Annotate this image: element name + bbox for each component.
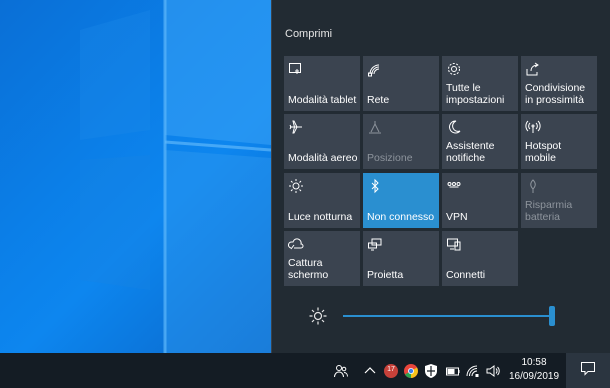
project-icon: [367, 236, 383, 252]
clock-date: 16/09/2019: [508, 371, 560, 382]
tile-nearby-share[interactable]: Condivisione in prossimità: [521, 56, 597, 111]
app-badge-icon[interactable]: 17: [382, 353, 400, 388]
moon-icon: [446, 119, 462, 135]
vpn-icon: [446, 178, 462, 194]
brightness-slider[interactable]: [308, 303, 598, 329]
bluetooth-icon: [367, 178, 383, 194]
brightness-icon: [308, 306, 328, 326]
tablet-mode-icon: [288, 61, 304, 77]
network-icon: [367, 61, 383, 77]
hotspot-icon: [525, 119, 541, 135]
tile-label: Non connesso: [367, 210, 435, 223]
action-center: Comprimi Modalità tablet Rete Tutte le i…: [271, 0, 610, 353]
tile-label: Hotspot mobile: [525, 140, 562, 164]
battery-icon[interactable]: [444, 353, 462, 388]
tile-night-light[interactable]: Luce notturna: [284, 173, 360, 228]
tile-label: Rete: [367, 93, 390, 106]
notification-center-button[interactable]: [566, 353, 610, 388]
tile-tablet-mode[interactable]: Modalità tablet: [284, 56, 360, 111]
chrome-icon[interactable]: [402, 353, 420, 388]
connect-icon: [446, 236, 462, 252]
tile-all-settings[interactable]: Tutte le impostazioni: [442, 56, 518, 111]
tile-label: Tutte le impostazioni: [446, 82, 505, 106]
tile-location[interactable]: Posizione: [363, 114, 439, 169]
tray-badge-count: 17: [387, 366, 395, 373]
tile-label: Proietta: [367, 268, 404, 281]
taskbar: 17 10:58 16/09/2019: [0, 353, 610, 388]
tile-airplane-mode[interactable]: Modalità aereo: [284, 114, 360, 169]
tile-vpn[interactable]: VPN: [442, 173, 518, 228]
tile-network[interactable]: Rete: [363, 56, 439, 111]
tile-label: Posizione: [367, 151, 413, 164]
tile-label: Modalità tablet: [288, 93, 357, 106]
tile-label: VPN: [446, 210, 468, 223]
tile-battery-saver[interactable]: Risparmia batteria: [521, 173, 597, 228]
shield-icon[interactable]: [422, 353, 440, 388]
volume-icon[interactable]: [485, 353, 501, 388]
collapse-link[interactable]: Comprimi: [285, 28, 332, 40]
night-light-icon: [288, 178, 304, 194]
taskbar-clock[interactable]: 10:58 16/09/2019: [505, 353, 563, 388]
screen-snip-icon: [287, 236, 304, 252]
airplane-icon: [288, 119, 304, 135]
tile-label: Condivisione in prossimità: [525, 82, 586, 106]
nearby-share-icon: [525, 61, 541, 77]
notification-icon: [580, 360, 596, 381]
location-icon: [367, 119, 383, 135]
wifi-icon[interactable]: [465, 353, 481, 388]
tile-label: Modalità aereo: [288, 151, 358, 164]
tile-label: Assistente notifiche: [446, 140, 495, 164]
brightness-track[interactable]: [343, 315, 553, 317]
tile-bluetooth[interactable]: Non connesso: [363, 173, 439, 228]
tile-mobile-hotspot[interactable]: Hotspot mobile: [521, 114, 597, 169]
clock-time: 10:58: [521, 357, 547, 368]
battery-saver-icon: [525, 178, 541, 194]
tile-label: Cattura schermo: [288, 257, 329, 281]
tile-focus-assist[interactable]: Assistente notifiche: [442, 114, 518, 169]
tile-label: Connetti: [446, 268, 486, 281]
chevron-up-icon[interactable]: [362, 353, 378, 388]
people-icon[interactable]: [330, 353, 352, 388]
brightness-thumb[interactable]: [549, 306, 555, 326]
tile-label: Risparmia batteria: [525, 199, 573, 223]
desktop-wallpaper: [0, 0, 271, 353]
settings-gear-icon: [446, 61, 462, 77]
tile-label: Luce notturna: [288, 210, 353, 223]
tile-connect[interactable]: Connetti: [442, 231, 518, 286]
tile-screen-snip[interactable]: Cattura schermo: [284, 231, 360, 286]
tile-project[interactable]: Proietta: [363, 231, 439, 286]
